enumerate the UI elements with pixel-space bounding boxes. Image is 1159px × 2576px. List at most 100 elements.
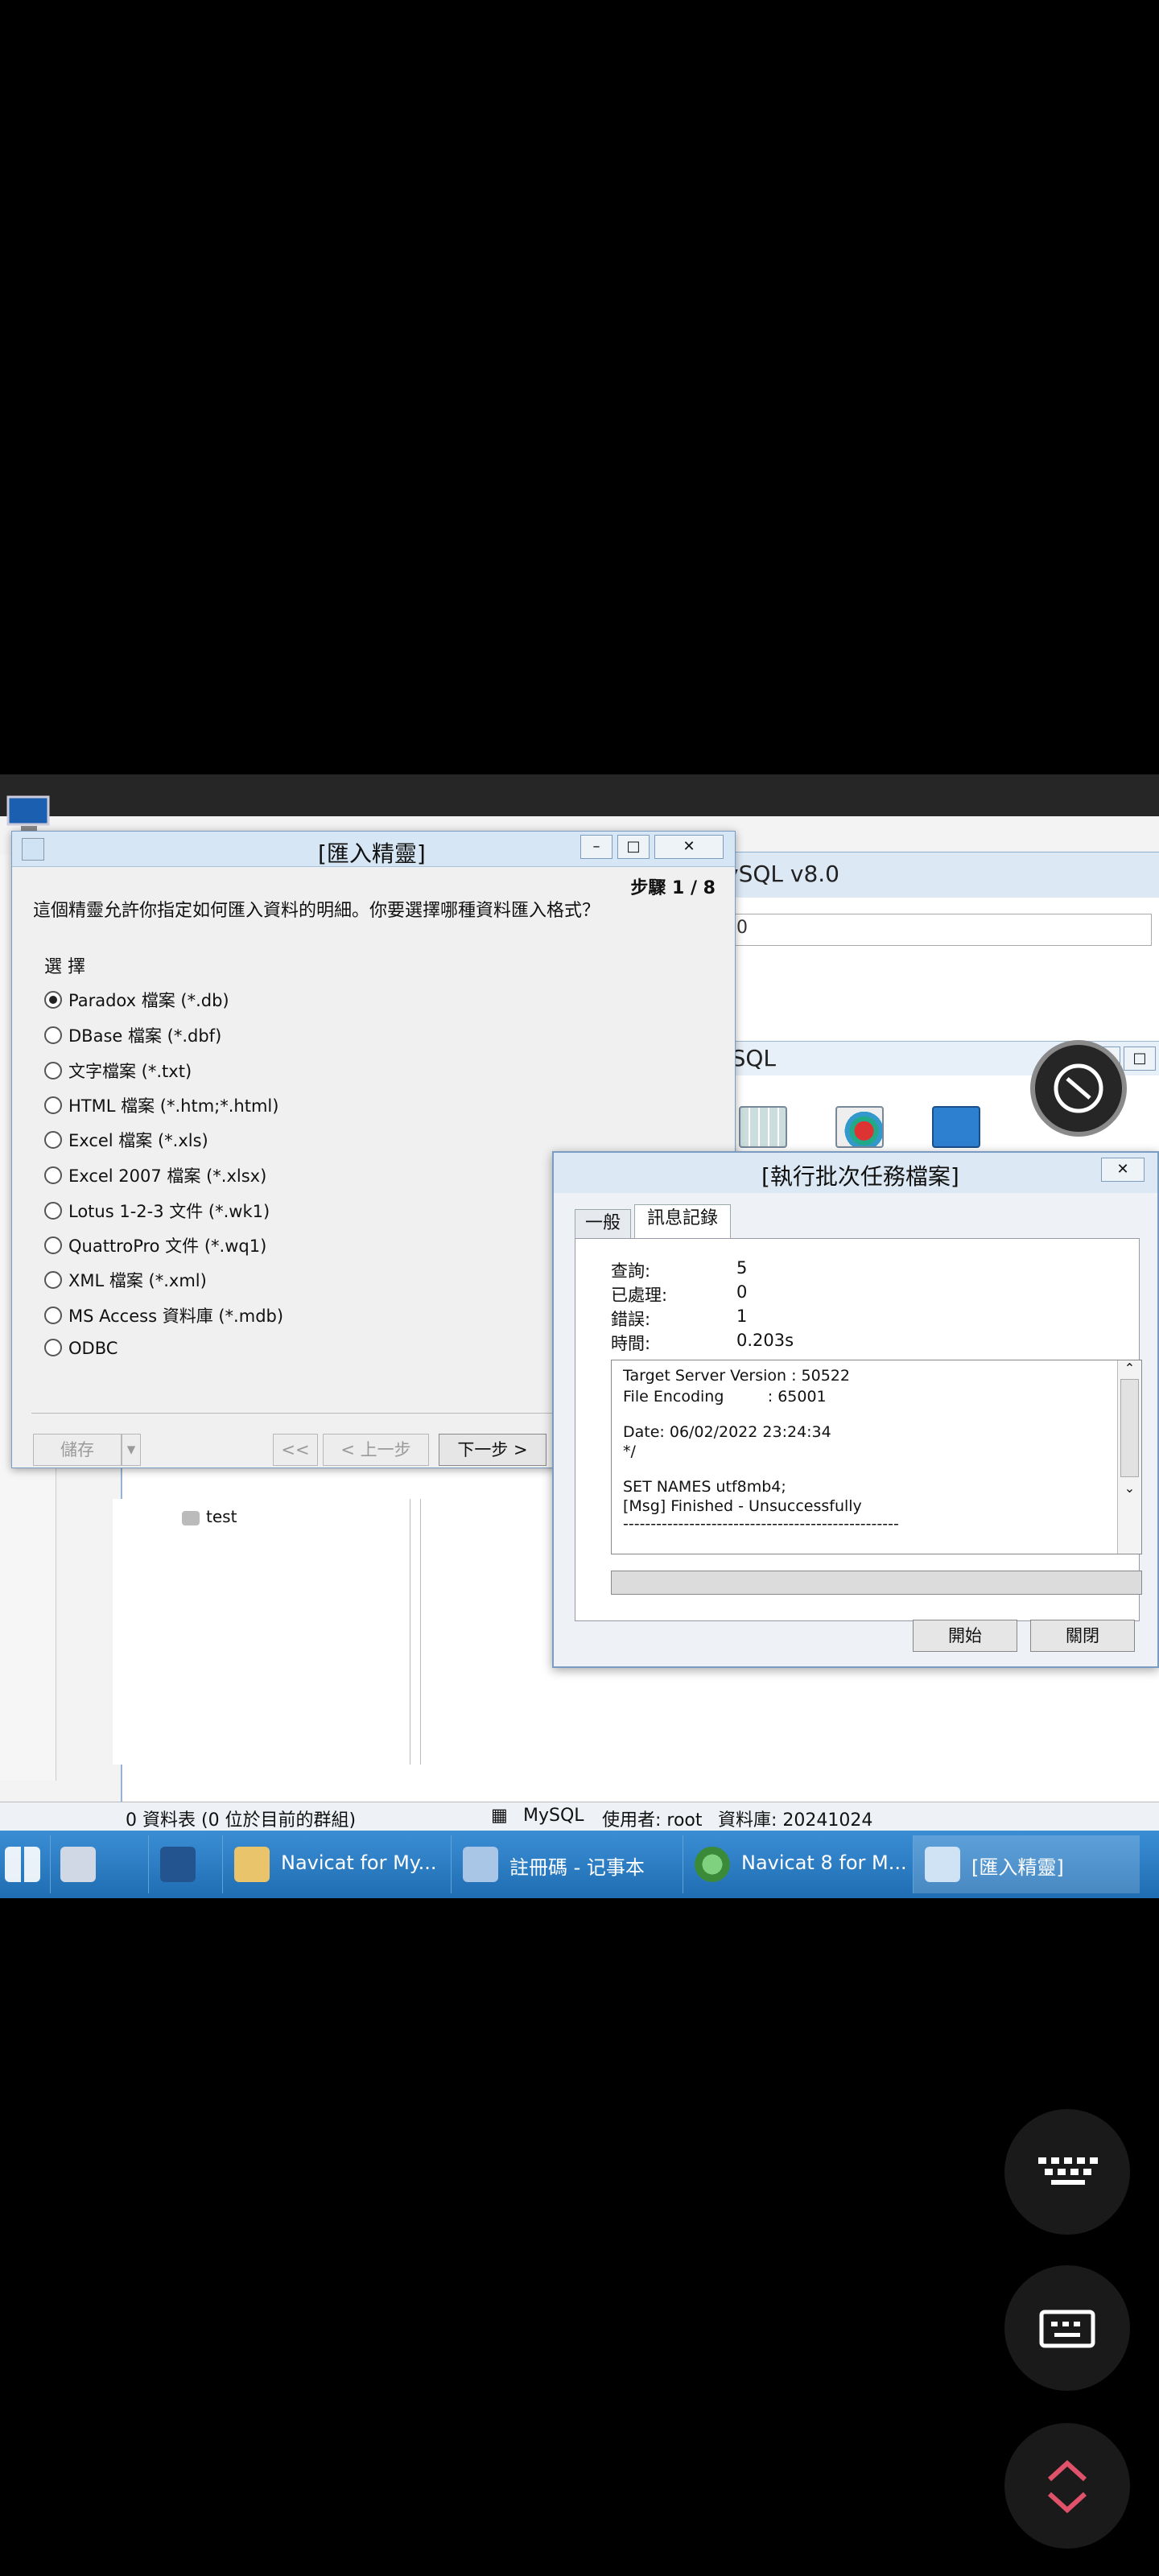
format-option-excel2007[interactable]: Excel 2007 檔案 (*.xlsx) [44, 1163, 266, 1191]
remote-desktop-screen: ySQL v8.0 8.0 ySQL – □ 查詢 報表 備份 [0, 774, 1159, 1898]
chevron-up-down-icon [1047, 2459, 1087, 2514]
folder-icon [234, 1847, 270, 1882]
log-line: Date: 06/02/2022 23:24:34 [623, 1423, 831, 1441]
taskbar-navicat-folder[interactable]: Navicat for My... [222, 1835, 449, 1893]
format-option-lotus[interactable]: Lotus 1-2-3 文件 (*.wk1) [44, 1199, 270, 1226]
server-manager-icon [60, 1847, 96, 1882]
wizard-minimize-button[interactable]: – [580, 835, 612, 859]
stat-time-value: 0.203s [736, 1331, 794, 1350]
expand-collapse-button[interactable] [1004, 2423, 1130, 2549]
grid-icon [739, 1106, 787, 1148]
format-option-xml[interactable]: XML 檔案 (*.xml) [44, 1268, 207, 1295]
first-step-button[interactable]: << [273, 1434, 318, 1466]
taskbar-notepad[interactable]: 註冊碼 - 记事本 [451, 1835, 681, 1893]
log-line: [Msg] Finished - Unsuccessfully [623, 1497, 862, 1515]
radio-icon [44, 1339, 62, 1356]
input-panel-icon [1039, 2310, 1095, 2348]
radio-icon [44, 1202, 62, 1220]
taskbar-powershell[interactable] [148, 1835, 221, 1893]
log-line: Target Server Version : 50522 [623, 1367, 850, 1385]
navicat-title: ySQL v8.0 [725, 861, 839, 887]
tab-general[interactable]: 一般 [575, 1209, 631, 1238]
format-option-paradox[interactable]: Paradox 檔案 (*.db) [44, 988, 229, 1015]
status-database: 資料庫: 20241024 [718, 1810, 873, 1831]
log-textarea[interactable]: Target Server Version : 50522 File Encod… [611, 1360, 1142, 1554]
log-line: */ [623, 1443, 636, 1460]
wizard-close-button[interactable]: ✕ [654, 835, 724, 859]
taskbar-navicat[interactable]: Navicat 8 for M... [683, 1835, 911, 1893]
caret-down-icon: ▾ [126, 1439, 136, 1459]
radio-icon [44, 1236, 62, 1254]
top-strip [0, 774, 1159, 816]
stat-processed-label: 已處理: [611, 1286, 668, 1305]
notepad-icon [463, 1847, 498, 1882]
batch-task-dialog: [執行批次任務檔案] ✕ 一般 訊息記錄 查詢: 5 已處理: 0 錯誤: 1 … [552, 1151, 1159, 1668]
taskbar-server-manager[interactable] [50, 1835, 146, 1893]
maximize-button[interactable]: □ [1124, 1046, 1156, 1071]
status-user: 使用者: root [602, 1810, 703, 1831]
scroll-down-icon: ⌄ [1124, 1480, 1136, 1496]
stat-error-value: 1 [736, 1307, 748, 1326]
log-line: SET NAMES utf8mb4; [623, 1478, 786, 1496]
format-option-odbc[interactable]: ODBC [44, 1339, 118, 1366]
status-bar: 0 資料表 (0 位於目前的群組) ▦ MySQL 使用者: root 資料庫:… [0, 1802, 1159, 1831]
wizard-title: [匯入精靈] [318, 840, 426, 867]
stat-time-label: 時間: [611, 1334, 651, 1353]
status-connection: MySQL [523, 1806, 584, 1826]
scroll-up-icon: ⌃ [1124, 1360, 1136, 1376]
radio-icon [44, 1166, 62, 1184]
radio-icon [44, 1096, 62, 1114]
stat-query-value: 5 [736, 1258, 748, 1278]
message-log-panel: 查詢: 5 已處理: 0 錯誤: 1 時間: 0.203s Target Ser… [575, 1238, 1142, 1621]
backup-icon [932, 1106, 980, 1148]
radio-icon [44, 1062, 62, 1080]
keyboard-button[interactable] [1004, 2109, 1130, 2235]
taskbar: Navicat for My... 註冊碼 - 记事本 Navicat 8 fo… [0, 1831, 1159, 1898]
previous-button[interactable]: < 上一步 [323, 1434, 429, 1466]
close-button[interactable]: 關閉 [1030, 1620, 1135, 1652]
batch-title: [執行批次任務檔案] [761, 1163, 959, 1190]
format-group-label: 選 擇 [44, 957, 85, 977]
tab-message-log[interactable]: 訊息記錄 [634, 1204, 731, 1238]
database-icon [182, 1510, 200, 1525]
format-option-access[interactable]: MS Access 資料庫 (*.mdb) [44, 1303, 283, 1331]
powershell-icon [160, 1847, 196, 1882]
connection-tree: test [113, 1499, 410, 1765]
save-dropdown-button[interactable]: ▾ [122, 1434, 141, 1466]
save-button[interactable]: 儲存 [33, 1434, 122, 1466]
scroll-thumb[interactable] [1120, 1379, 1139, 1477]
radio-icon [44, 1131, 62, 1149]
progress-bar [611, 1571, 1142, 1595]
log-line: File Encoding : 65001 [623, 1388, 827, 1406]
radio-icon [44, 1271, 62, 1289]
windows-start-icon [5, 1847, 40, 1882]
batch-close-button[interactable]: ✕ [1101, 1158, 1145, 1182]
start-button[interactable]: 開始 [913, 1620, 1017, 1652]
format-option-excel[interactable]: Excel 檔案 (*.xls) [44, 1128, 208, 1155]
wizard-instruction: 這個精靈允許你指定如何匯入資料的明細。你要選擇哪種資料匯入格式？ [33, 901, 600, 921]
wizard-app-icon [22, 838, 44, 861]
report-icon [835, 1106, 884, 1148]
radio-icon [44, 991, 62, 1009]
taskbar-import-wizard[interactable]: [匯入精靈] [913, 1835, 1140, 1893]
navicat-icon [695, 1847, 730, 1882]
mysql-icon: ▦ [491, 1806, 508, 1826]
wizard-icon [925, 1847, 960, 1882]
format-option-text[interactable]: 文字檔案 (*.txt) [44, 1059, 192, 1086]
start-button[interactable] [0, 1835, 48, 1893]
stat-query-label: 查詢: [611, 1261, 651, 1281]
wizard-maximize-button[interactable]: □ [617, 835, 650, 859]
stat-error-label: 錯誤: [611, 1310, 651, 1329]
status-tables: 0 資料表 (0 位於目前的群組) [126, 1810, 357, 1831]
input-panel-button[interactable] [1004, 2265, 1130, 2391]
log-line: ----------------------------------------… [623, 1515, 899, 1533]
log-scrollbar[interactable]: ⌃ ⌄ [1117, 1360, 1141, 1554]
format-option-dbase[interactable]: DBase 檔案 (*.dbf) [44, 1023, 221, 1051]
next-button[interactable]: 下一步 > [439, 1434, 547, 1466]
batch-titlebar: [執行批次任務檔案] ✕ [554, 1153, 1157, 1193]
remote-tool-button[interactable] [1030, 1040, 1127, 1137]
tree-item-test[interactable]: test [182, 1507, 237, 1526]
format-option-html[interactable]: HTML 檔案 (*.htm;*.html) [44, 1093, 278, 1121]
mouse-mode-icon [1054, 1063, 1103, 1113]
format-option-quattropro[interactable]: QuattroPro 文件 (*.wq1) [44, 1233, 266, 1261]
